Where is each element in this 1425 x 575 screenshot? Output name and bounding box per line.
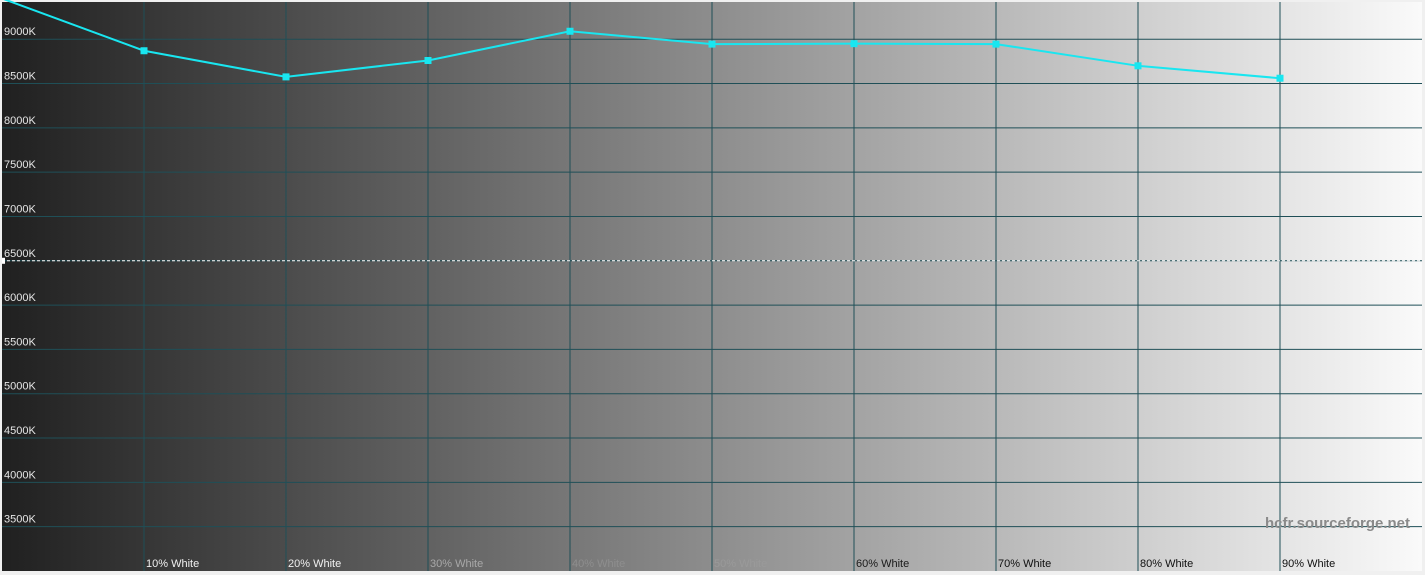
y-tick-label: 7000K [4, 203, 36, 215]
x-tick-label: 20% White [288, 558, 341, 570]
data-point [992, 40, 1000, 48]
data-point [1134, 62, 1142, 70]
y-tick-label: 8500K [4, 71, 36, 83]
data-point [140, 47, 148, 55]
x-tick-label: 80% White [1140, 558, 1193, 570]
watermark: hcfr.sourceforge.net [1265, 515, 1410, 532]
color-temperature-chart: 3500K 4000K 4500K 5000K 5500K 6000K 6500K 7000K… [2, 0, 1422, 571]
data-point [566, 27, 574, 35]
y-tick-label: 4500K [4, 425, 36, 437]
x-tick-label: 90% White [1282, 558, 1335, 570]
x-tick-label: 10% White [146, 558, 199, 570]
y-tick-label: 4000K [4, 469, 36, 481]
x-tick-label: 60% White [856, 558, 909, 570]
data-point [424, 56, 432, 64]
x-tick-label: 40% White [572, 558, 625, 570]
y-tick-label: 8000K [4, 115, 36, 127]
y-tick-label: 7500K [4, 159, 36, 171]
x-axis-labels: 10% White 20% White 30% White 40% White 50% … [146, 558, 1335, 570]
data-point [1276, 74, 1284, 82]
data-point [708, 40, 716, 48]
data-point [850, 40, 858, 48]
y-tick-label: 6000K [4, 292, 36, 304]
y-tick-label: 5000K [4, 381, 36, 393]
x-tick-label: 30% White [430, 558, 483, 570]
x-tick-label: 50% White [714, 558, 767, 570]
chart-frame: 3500K 4000K 4500K 5000K 5500K 6000K 6500K 7000K… [0, 0, 1425, 575]
y-tick-label: 6500K [4, 248, 36, 260]
y-tick-label: 3500K [4, 514, 36, 526]
y-tick-label: 9000K [4, 26, 36, 38]
y-tick-label: 5500K [4, 336, 36, 348]
data-point [282, 73, 290, 81]
x-tick-label: 70% White [998, 558, 1051, 570]
